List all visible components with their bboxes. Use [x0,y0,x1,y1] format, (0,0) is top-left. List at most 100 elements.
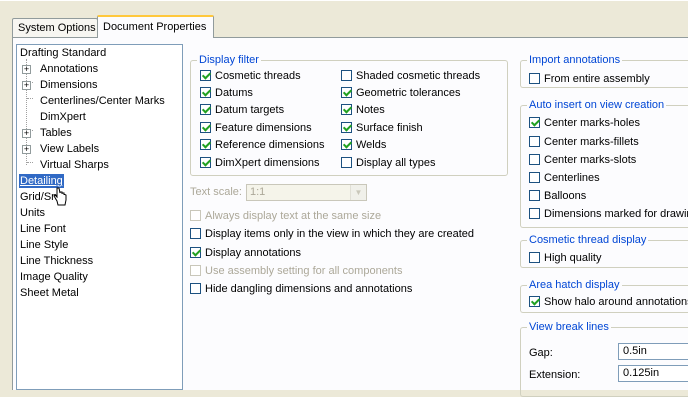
checkbox-label: Hide dangling dimensions and annotations [205,283,413,295]
checkbox-label: Notes [356,104,385,116]
balloons-checkbox[interactable]: Balloons [529,189,586,203]
checkbox-box[interactable] [190,283,201,294]
feature-dimensions-checkbox[interactable]: Feature dimensions [200,121,312,135]
reference-dimensions-checkbox[interactable]: Reference dimensions [200,138,324,152]
shaded-cosmetic-threads-checkbox[interactable]: Shaded cosmetic threads [341,69,480,83]
checkbox-label: Dimensions marked for drawin [544,208,688,220]
tree-item-detailing[interactable]: Detailing [19,174,64,188]
checkbox-box[interactable] [529,252,540,263]
checkbox-box[interactable] [341,104,352,115]
tree-item-drafting-standard[interactable]: Drafting Standard [20,46,106,60]
center-marks-fillets-checkbox[interactable]: Center marks-fillets [529,135,639,149]
checkbox-box[interactable] [529,154,540,165]
tree-item-line-font[interactable]: Line Font [20,222,66,236]
checkbox-label: Use assembly setting for all components [205,265,403,277]
checkbox-box[interactable] [200,104,211,115]
tree-item-line-style[interactable]: Line Style [20,238,68,252]
tree-item-grid-snap[interactable]: Grid/Sn [20,190,57,204]
checkbox-box[interactable] [529,73,540,84]
checkbox-box[interactable] [529,136,540,147]
surface-finish-checkbox[interactable]: Surface finish [341,121,423,135]
checkbox-box[interactable] [190,247,201,258]
checkbox-label: Center marks-slots [544,154,637,166]
expand-dimensions-icon[interactable]: + [22,81,31,90]
checkbox-box[interactable] [529,208,540,219]
dimxpert-dimensions-checkbox[interactable]: DimXpert dimensions [200,156,320,170]
checkbox-box[interactable] [529,172,540,183]
checkbox-box[interactable] [341,87,352,98]
checkbox-box[interactable] [529,117,540,128]
tree-item-dimxpert[interactable]: DimXpert [40,110,86,124]
checkbox-label: Center marks-holes [544,117,640,129]
text-scale-select[interactable]: 1:1 ▼ [246,184,367,201]
checkbox-box[interactable] [529,190,540,201]
tree-item-dimensions[interactable]: Dimensions [40,78,97,92]
tree-item-centerlines[interactable]: Centerlines/Center Marks [40,94,165,108]
display-items-only-in-view-checkbox[interactable]: Display items only in the view in which … [190,227,474,241]
checkbox-box[interactable] [190,265,201,276]
dropdown-arrow-icon[interactable]: ▼ [350,185,366,200]
checkbox-label: Center marks-fillets [544,136,639,148]
high-quality-checkbox[interactable]: High quality [529,251,601,265]
hide-dangling-checkbox[interactable]: Hide dangling dimensions and annotations [190,282,412,296]
tree-item-annotations[interactable]: Annotations [40,62,98,76]
checkbox-box[interactable] [200,87,211,98]
gap-label: Gap: [529,347,553,359]
dimensions-marked-checkbox[interactable]: Dimensions marked for drawin [529,207,688,221]
expand-tables-icon[interactable]: + [22,129,31,138]
tree-item-units[interactable]: Units [20,206,45,220]
show-halo-checkbox[interactable]: Show halo around annotations [529,295,688,309]
centerlines-checkbox[interactable]: Centerlines [529,171,600,185]
checkbox-label: Datum targets [215,104,285,116]
expand-view-labels-icon[interactable]: + [22,145,31,154]
checkbox-label: Centerlines [544,172,600,184]
display-filter-title: Display filter [197,53,261,67]
use-assembly-setting-checkbox[interactable]: Use assembly setting for all components [190,264,402,278]
display-annotations-checkbox[interactable]: Display annotations [190,246,301,260]
checkbox-label: Balloons [544,190,587,202]
checkbox-box[interactable] [529,296,540,307]
expand-annotations-icon[interactable]: + [22,65,31,74]
tree-item-line-thickness[interactable]: Line Thickness [20,254,93,268]
datums-checkbox[interactable]: Datums [200,86,253,100]
center-marks-slots-checkbox[interactable]: Center marks-slots [529,153,636,167]
tree-item-sheet-metal[interactable]: Sheet Metal [20,286,79,300]
datum-targets-checkbox[interactable]: Datum targets [200,103,284,117]
checkbox-box[interactable] [200,157,211,168]
auto-insert-title: Auto insert on view creation [527,98,667,112]
checkbox-box[interactable] [190,210,201,221]
tree-item-tables[interactable]: Tables [40,126,72,140]
checkbox-label: Geometric tolerances [356,87,461,99]
notes-checkbox[interactable]: Notes [341,103,385,117]
welds-checkbox[interactable]: Welds [341,138,386,152]
extension-input[interactable]: 0.125in [618,365,688,382]
checkbox-box[interactable] [341,70,352,81]
display-all-types-checkbox[interactable]: Display all types [341,156,435,170]
tab-system-options[interactable]: System Options [12,18,98,37]
checkbox-box[interactable] [341,122,352,133]
checkbox-label: Welds [356,139,387,151]
tree-item-virtual-sharps[interactable]: Virtual Sharps [40,158,109,172]
center-marks-holes-checkbox[interactable]: Center marks-holes [529,116,640,130]
cosmetic-threads-checkbox[interactable]: Cosmetic threads [200,69,301,83]
checkbox-box[interactable] [200,139,211,150]
checkbox-box[interactable] [341,139,352,150]
always-display-text-checkbox[interactable]: Always display text at the same size [190,209,381,223]
from-entire-assembly-checkbox[interactable]: From entire assembly [529,72,650,86]
tab-document-properties[interactable]: Document Properties [97,15,214,38]
view-break-lines-group: View break lines [520,320,688,397]
area-hatch-display-title: Area hatch display [527,278,622,292]
checkbox-box[interactable] [341,157,352,168]
gap-input[interactable]: 0.5in [618,343,688,360]
checkbox-label: Show halo around annotations [544,296,688,308]
checkbox-box[interactable] [200,70,211,81]
checkbox-box[interactable] [190,228,201,239]
checkbox-label: Shaded cosmetic threads [356,70,481,82]
geometric-tolerances-checkbox[interactable]: Geometric tolerances [341,86,461,100]
checkbox-box[interactable] [200,122,211,133]
tree-item-image-quality[interactable]: Image Quality [20,270,88,284]
checkbox-label: Always display text at the same size [205,210,382,222]
view-break-lines-title: View break lines [527,320,611,334]
hand-cursor-icon [53,187,67,206]
tree-item-view-labels[interactable]: View Labels [40,142,99,156]
